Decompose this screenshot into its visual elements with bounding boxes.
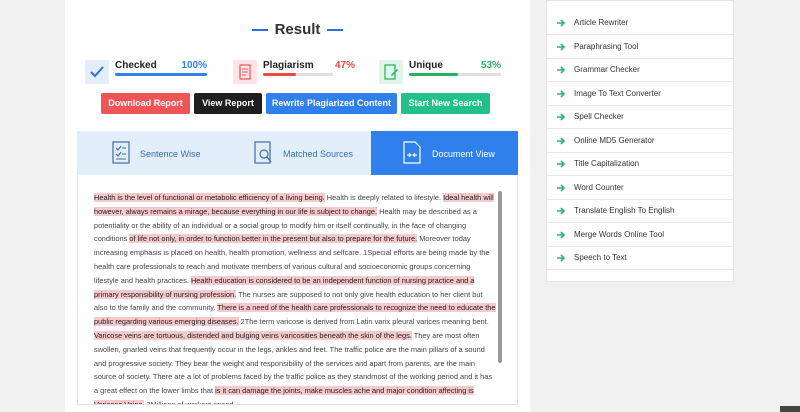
- title-dash-left: [251, 29, 268, 32]
- tab-document-view[interactable]: Document View: [371, 131, 518, 175]
- progress-fill: [409, 73, 458, 76]
- stat-unique: Unique 53%: [379, 58, 501, 88]
- sidebar-item[interactable]: Article Rewriter: [547, 12, 733, 35]
- result-heading: Result: [65, 21, 530, 38]
- sidebar-item[interactable]: Merge Words Online Tool: [547, 224, 733, 247]
- result-panel: Result Checked 100% Plagiarism 47% Uniqu…: [65, 0, 530, 412]
- sidebar-item-label: Online MD5 Generator: [574, 135, 655, 145]
- document-scrollbar[interactable]: [498, 191, 502, 363]
- sidebar-item[interactable]: Online MD5 Generator: [547, 130, 733, 153]
- tab-label: Sentence Wise: [140, 149, 201, 159]
- sidebar-item-label: Title Capitalization: [574, 159, 640, 168]
- tab-label: Matched Sources: [283, 149, 354, 159]
- stat-plagiarism: Plagiarism 47%: [233, 58, 355, 88]
- arrow-right-icon: [557, 66, 566, 74]
- result-title-text: Result: [274, 21, 321, 38]
- sidebar-item-label: Spell Checker: [574, 112, 624, 121]
- arrow-right-icon: [557, 207, 566, 215]
- stat-label: Unique: [409, 60, 443, 71]
- stat-label: Plagiarism: [263, 60, 314, 71]
- sidebar-item[interactable]: Grammar Checker: [547, 59, 733, 82]
- document-search-icon: [254, 141, 272, 164]
- sidebar-item-label: Image To Text Converter: [574, 88, 661, 98]
- arrow-right-icon: [557, 160, 566, 168]
- arrow-right-icon: [557, 230, 566, 239]
- sidebar-item-label: Merge Words Online Tool: [574, 229, 664, 239]
- checkmark-icon: [85, 60, 109, 84]
- corner-widget: [780, 406, 800, 412]
- stat-value: 53%: [480, 60, 501, 71]
- progress-track: [115, 73, 207, 76]
- sidebar-item[interactable]: Spell Checker: [547, 106, 733, 129]
- sidebar-item[interactable]: Image To Text Converter: [547, 83, 733, 106]
- arrow-right-icon: [557, 89, 566, 98]
- original-text: 3Millions of workers spend: [144, 399, 234, 405]
- progress-track: [409, 73, 501, 76]
- sidebar-item-label: Speech to Text: [574, 253, 627, 262]
- arrow-right-icon: [557, 42, 566, 51]
- document-view-panel: Health is the level of functional or met…: [77, 175, 518, 405]
- sidebar-item[interactable]: Translate English To English: [547, 200, 733, 223]
- rewrite-content-button[interactable]: Rewrite Plagiarized Content: [266, 93, 397, 114]
- stat-checked: Checked 100%: [85, 58, 207, 88]
- arrow-right-icon: [557, 183, 566, 192]
- sidebar-item[interactable]: Title Capitalization: [547, 153, 733, 176]
- progress-track: [263, 73, 333, 76]
- sidebar-item-label: Grammar Checker: [574, 65, 640, 74]
- arrow-right-icon: [557, 254, 566, 262]
- progress-fill: [263, 73, 296, 76]
- title-dash-right: [327, 29, 344, 32]
- download-report-button[interactable]: Download Report: [101, 93, 190, 114]
- document-compare-icon: [403, 141, 421, 164]
- tab-matched-sources[interactable]: Matched Sources: [224, 131, 371, 175]
- tab-sentence-wise[interactable]: Sentence Wise: [77, 131, 224, 175]
- plagiarized-sentence[interactable]: Health is the level of functional or met…: [94, 193, 325, 202]
- checklist-icon: [112, 141, 130, 164]
- sidebar-item-label: Paraphrasing Tool: [574, 41, 639, 51]
- stat-value: 100%: [181, 60, 207, 71]
- arrow-right-icon: [557, 113, 566, 121]
- plagiarized-sentence[interactable]: Varicose veins are tortuous, distended a…: [94, 330, 412, 340]
- view-report-button[interactable]: View Report: [194, 93, 262, 114]
- sidebar-item[interactable]: Word Counter: [547, 177, 733, 200]
- plagiarized-sentence[interactable]: of life not only, in order to function b…: [129, 234, 418, 244]
- start-new-search-button[interactable]: Start New Search: [401, 93, 490, 114]
- original-text: 2The term varicose is derived from Latin…: [238, 317, 489, 327]
- original-text: Health is deeply related to lifestyle.: [324, 193, 444, 202]
- sidebar-item-label: Article Rewriter: [574, 18, 629, 27]
- report-tabs: Sentence Wise Matched Sources Document V…: [77, 131, 518, 175]
- document-edit-icon: [379, 60, 403, 84]
- sidebar-item[interactable]: Speech to Text: [547, 247, 733, 270]
- document-text: Health is the level of functional or met…: [94, 191, 496, 405]
- stat-value: 47%: [334, 60, 355, 71]
- document-copy-icon: [233, 60, 257, 84]
- sidebar-item-label: Translate English To English: [574, 206, 675, 215]
- tools-sidebar: Article Rewriter Paraphrasing Tool Grammar…: [546, 0, 734, 282]
- arrow-right-icon: [557, 19, 566, 27]
- tab-label: Document View: [432, 149, 495, 159]
- arrow-right-icon: [557, 136, 566, 145]
- progress-fill: [115, 73, 207, 76]
- sidebar-item[interactable]: Paraphrasing Tool: [547, 36, 733, 59]
- stat-label: Checked: [115, 60, 157, 71]
- sidebar-item-label: Word Counter: [574, 182, 624, 192]
